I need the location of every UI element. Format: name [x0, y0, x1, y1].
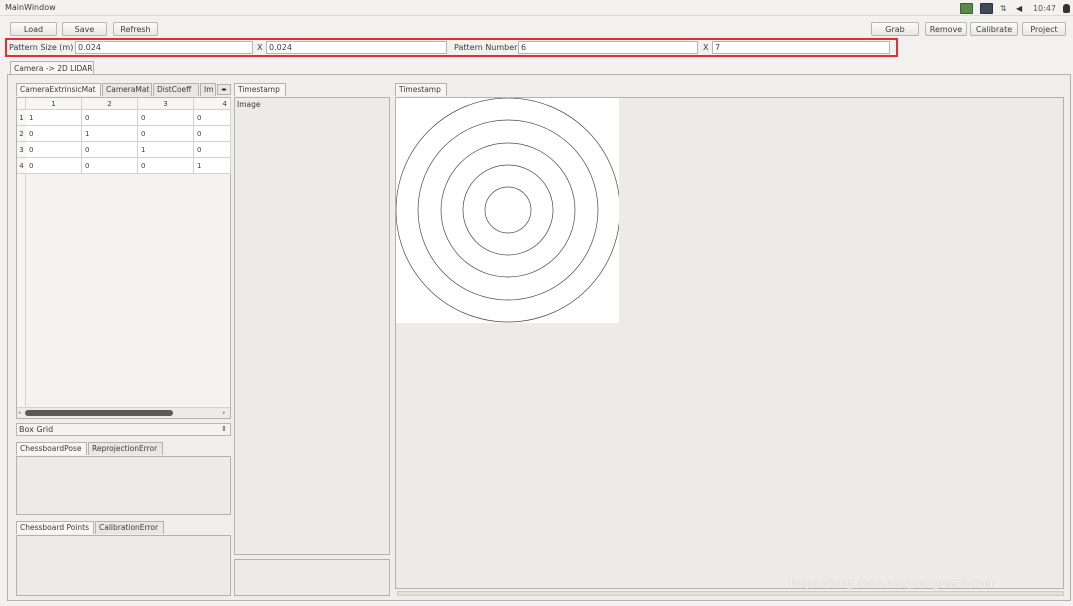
row-header-gutter [17, 174, 26, 406]
image-list-panel: Image [234, 97, 390, 555]
matrix-cell[interactable]: 0 [26, 126, 82, 142]
tab-im[interactable]: Im [200, 83, 216, 96]
load-button[interactable]: Load [10, 22, 57, 36]
pattern-number-y-field[interactable]: 7 [712, 41, 890, 54]
project-button[interactable]: Project [1022, 22, 1066, 36]
clock-time[interactable]: 10:47 [1033, 4, 1056, 13]
image-label: Image [237, 100, 261, 109]
chessboard-pose-panel [16, 456, 231, 515]
remove-button[interactable]: Remove [925, 22, 967, 36]
tab-camera-2d-lidar[interactable]: Camera -> 2D LIDAR [10, 61, 94, 75]
matrix-cell[interactable]: 0 [194, 142, 231, 158]
column-header[interactable]: 3 [138, 98, 194, 110]
matrix-cell[interactable]: 0 [82, 158, 138, 174]
column-header[interactable]: 1 [26, 98, 82, 110]
column-header[interactable]: 4 [194, 98, 231, 110]
watermark-text: https://blog.csdn.net/yourgreatfather [790, 577, 995, 590]
keyboard-icon[interactable] [979, 2, 993, 14]
matrix-cell[interactable]: 0 [194, 110, 231, 126]
pattern-number-label: Pattern Number [454, 43, 518, 52]
grid-type-value: Box Grid [19, 425, 54, 434]
pattern-number-x-field[interactable]: 6 [518, 41, 698, 54]
chessboard-points-panel [16, 535, 231, 596]
matrix-cell[interactable]: 0 [26, 158, 82, 174]
select-spinner-icon: ⇕ [221, 425, 227, 433]
matrix-cell[interactable]: 0 [138, 110, 194, 126]
row-header[interactable]: 4 [17, 158, 26, 174]
window-title: MainWindow [5, 3, 56, 12]
matrix-cell[interactable]: 1 [26, 110, 82, 126]
matrix-cell[interactable]: 1 [82, 126, 138, 142]
refresh-button[interactable]: Refresh [113, 22, 158, 36]
extrinsic-matrix-table[interactable]: 1 2 3 4 1 1 0 0 0 2 0 1 0 0 3 0 0 1 0 4 … [16, 97, 231, 419]
tab-reprojection-error[interactable]: ReprojectionError [88, 442, 163, 455]
scroll-left-icon[interactable]: ◂ [18, 410, 24, 416]
corner-header [17, 98, 26, 110]
image-preview [395, 97, 621, 323]
monitor-icon[interactable] [959, 2, 973, 14]
row-header[interactable]: 3 [17, 142, 26, 158]
power-icon[interactable] [1063, 3, 1070, 13]
pattern-size-y-field[interactable]: 0.024 [266, 41, 447, 54]
save-button[interactable]: Save [62, 22, 107, 36]
tab-timestamp-middle[interactable]: Timestamp [234, 83, 286, 96]
grid-type-select[interactable]: Box Grid ⇕ [16, 423, 231, 436]
volume-icon[interactable]: ◀ [1016, 4, 1026, 13]
matrix-cell[interactable]: 0 [194, 126, 231, 142]
tab-chessboard-points[interactable]: Chessboard Points [16, 521, 94, 534]
row-header[interactable]: 1 [17, 110, 26, 126]
matrix-cell[interactable]: 0 [82, 110, 138, 126]
title-bar: MainWindow ⇅ ◀ 10:47 [0, 0, 1073, 16]
concentric-circles-image [395, 97, 621, 323]
tab-chessboard-pose[interactable]: ChessboardPose [16, 442, 87, 455]
matrix-cell[interactable]: 1 [194, 158, 231, 174]
pattern-size-separator: X [257, 43, 263, 52]
tab-dist-coeff[interactable]: DistCoeff [153, 83, 199, 96]
tab-camera-extrinsic-mat[interactable]: CameraExtrinsicMat [16, 83, 101, 96]
tab-camera-mat[interactable]: CameraMat [102, 83, 152, 96]
scrollbar-thumb[interactable] [25, 410, 173, 416]
matrix-cell[interactable]: 0 [138, 158, 194, 174]
network-icon[interactable]: ⇅ [1000, 4, 1009, 13]
matrix-cell[interactable]: 0 [82, 142, 138, 158]
tab-timestamp-right[interactable]: Timestamp [395, 83, 447, 96]
matrix-cell[interactable]: 0 [138, 126, 194, 142]
column-header[interactable]: 2 [82, 98, 138, 110]
row-header[interactable]: 2 [17, 126, 26, 142]
matrix-cell[interactable]: 0 [26, 142, 82, 158]
tab-scroll-arrows[interactable]: ◂▸ [217, 84, 231, 95]
grab-button[interactable]: Grab [871, 22, 919, 36]
calibrate-button[interactable]: Calibrate [970, 22, 1018, 36]
tab-calibration-error[interactable]: CalibrationError [95, 521, 164, 534]
middle-bottom-panel [234, 559, 390, 596]
horizontal-scrollbar[interactable]: ◂ ▸ [17, 407, 230, 418]
system-tray: ⇅ ◀ 10:47 [959, 2, 1070, 14]
image-view-scrollbar[interactable] [397, 591, 1064, 596]
scroll-right-icon[interactable]: ▸ [223, 410, 229, 416]
matrix-tab-bar: CameraExtrinsicMat CameraMat DistCoeff I… [16, 83, 231, 97]
matrix-cell[interactable]: 1 [138, 142, 194, 158]
pattern-size-x-field[interactable]: 0.024 [75, 41, 253, 54]
pattern-size-label: Pattern Size (m) [9, 43, 74, 52]
pattern-number-separator: X [703, 43, 709, 52]
